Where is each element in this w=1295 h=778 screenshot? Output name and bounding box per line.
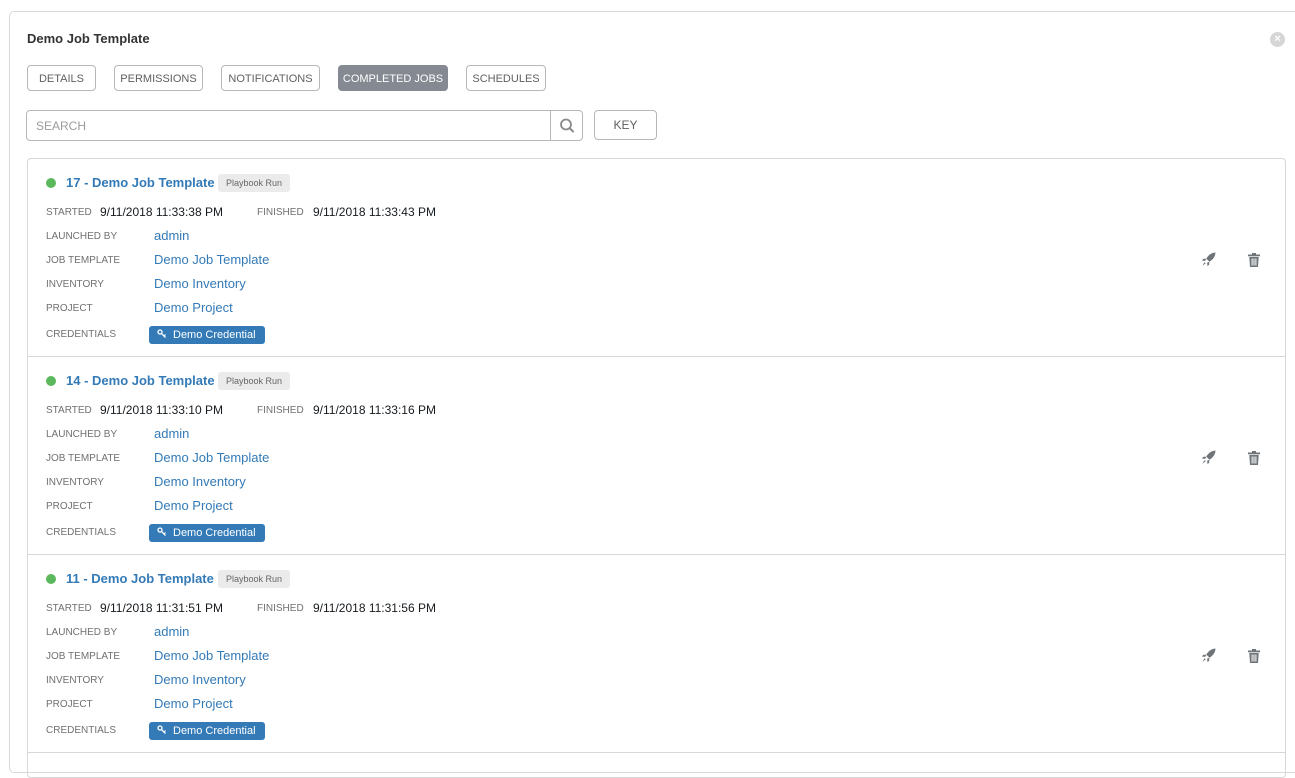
job-template-label: JOB TEMPLATE	[46, 453, 121, 464]
trash-icon	[1248, 253, 1260, 267]
finished-label: FINISHED	[257, 603, 304, 614]
search-icon	[560, 118, 574, 133]
job-row: 11 - Demo Job Template Playbook Run STAR…	[28, 555, 1285, 753]
key-button[interactable]: KEY	[594, 110, 657, 140]
started-value: 9/11/2018 11:33:38 PM	[100, 205, 223, 219]
project-label: PROJECT	[46, 501, 93, 512]
search-box	[26, 110, 583, 141]
job-name-link[interactable]: 14 - Demo Job Template	[66, 373, 215, 388]
started-value: 9/11/2018 11:33:10 PM	[100, 403, 223, 417]
launched-by-label: LAUNCHED BY	[46, 627, 118, 638]
search-input[interactable]	[27, 111, 547, 140]
launched-by-link[interactable]: admin	[154, 228, 189, 243]
finished-value: 9/11/2018 11:33:16 PM	[313, 403, 436, 417]
finished-value: 9/11/2018 11:31:56 PM	[313, 601, 436, 615]
key-icon	[157, 329, 166, 338]
relaunch-button[interactable]	[1200, 448, 1218, 466]
tab-notifications[interactable]: NOTIFICATIONS	[221, 65, 320, 91]
job-row: 17 - Demo Job Template Playbook Run STAR…	[28, 159, 1285, 357]
project-link[interactable]: Demo Project	[154, 696, 233, 711]
launched-by-link[interactable]: admin	[154, 426, 189, 441]
project-link[interactable]: Demo Project	[154, 498, 233, 513]
inventory-label: INVENTORY	[46, 675, 104, 686]
job-name-link[interactable]: 11 - Demo Job Template	[66, 571, 214, 586]
close-icon[interactable]: ×	[1270, 32, 1285, 47]
job-type-badge: Playbook Run	[218, 174, 291, 192]
finished-value: 9/11/2018 11:33:43 PM	[313, 205, 436, 219]
started-label: STARTED	[46, 603, 92, 614]
key-icon	[157, 725, 166, 734]
job-row: 14 - Demo Job Template Playbook Run STAR…	[28, 357, 1285, 555]
job-template-label: JOB TEMPLATE	[46, 255, 121, 266]
tab-schedules[interactable]: SCHEDULES	[466, 65, 546, 91]
trash-icon	[1248, 451, 1260, 465]
credentials-label: CREDENTIALS	[46, 527, 117, 538]
job-template-label: JOB TEMPLATE	[46, 651, 121, 662]
inventory-label: INVENTORY	[46, 477, 104, 488]
credentials-label: CREDENTIALS	[46, 725, 117, 736]
delete-button[interactable]	[1245, 251, 1263, 269]
started-label: STARTED	[46, 207, 92, 218]
started-label: STARTED	[46, 405, 92, 416]
delete-button[interactable]	[1245, 647, 1263, 665]
launched-by-label: LAUNCHED BY	[46, 429, 118, 440]
delete-button[interactable]	[1245, 449, 1263, 467]
tab-details[interactable]: DETAILS	[27, 65, 96, 91]
project-label: PROJECT	[46, 699, 93, 710]
job-type-badge: Playbook Run	[218, 372, 291, 390]
launched-by-label: LAUNCHED BY	[46, 231, 118, 242]
page-title: Demo Job Template	[27, 31, 150, 46]
finished-label: FINISHED	[257, 207, 304, 218]
job-type-badge: Playbook Run	[218, 570, 291, 588]
inventory-label: INVENTORY	[46, 279, 104, 290]
tab-completed-jobs[interactable]: COMPLETED JOBS	[338, 65, 448, 91]
project-link[interactable]: Demo Project	[154, 300, 233, 315]
key-icon	[157, 527, 166, 536]
rocket-icon	[1201, 252, 1216, 267]
status-success-icon	[46, 376, 56, 386]
trash-icon	[1248, 649, 1260, 663]
credentials-label: CREDENTIALS	[46, 329, 117, 340]
credential-label: Demo Credential	[173, 329, 256, 341]
project-label: PROJECT	[46, 303, 93, 314]
finished-label: FINISHED	[257, 405, 304, 416]
credential-label: Demo Credential	[173, 725, 256, 737]
credential-tag[interactable]: Demo Credential	[149, 326, 265, 344]
job-template-link[interactable]: Demo Job Template	[154, 648, 269, 663]
rocket-icon	[1201, 648, 1216, 663]
relaunch-button[interactable]	[1200, 250, 1218, 268]
tab-permissions[interactable]: PERMISSIONS	[114, 65, 203, 91]
launched-by-link[interactable]: admin	[154, 624, 189, 639]
credential-tag[interactable]: Demo Credential	[149, 722, 265, 740]
inventory-link[interactable]: Demo Inventory	[154, 474, 246, 489]
started-value: 9/11/2018 11:31:51 PM	[100, 601, 223, 615]
relaunch-button[interactable]	[1200, 646, 1218, 664]
search-button[interactable]	[550, 111, 582, 140]
credential-label: Demo Credential	[173, 527, 256, 539]
inventory-link[interactable]: Demo Inventory	[154, 276, 246, 291]
status-success-icon	[46, 178, 56, 188]
rocket-icon	[1201, 450, 1216, 465]
completed-jobs-list: 17 - Demo Job Template Playbook Run STAR…	[27, 158, 1286, 778]
job-name-link[interactable]: 17 - Demo Job Template	[66, 175, 215, 190]
job-template-link[interactable]: Demo Job Template	[154, 450, 269, 465]
credential-tag[interactable]: Demo Credential	[149, 524, 265, 542]
inventory-link[interactable]: Demo Inventory	[154, 672, 246, 687]
status-success-icon	[46, 574, 56, 584]
job-template-link[interactable]: Demo Job Template	[154, 252, 269, 267]
